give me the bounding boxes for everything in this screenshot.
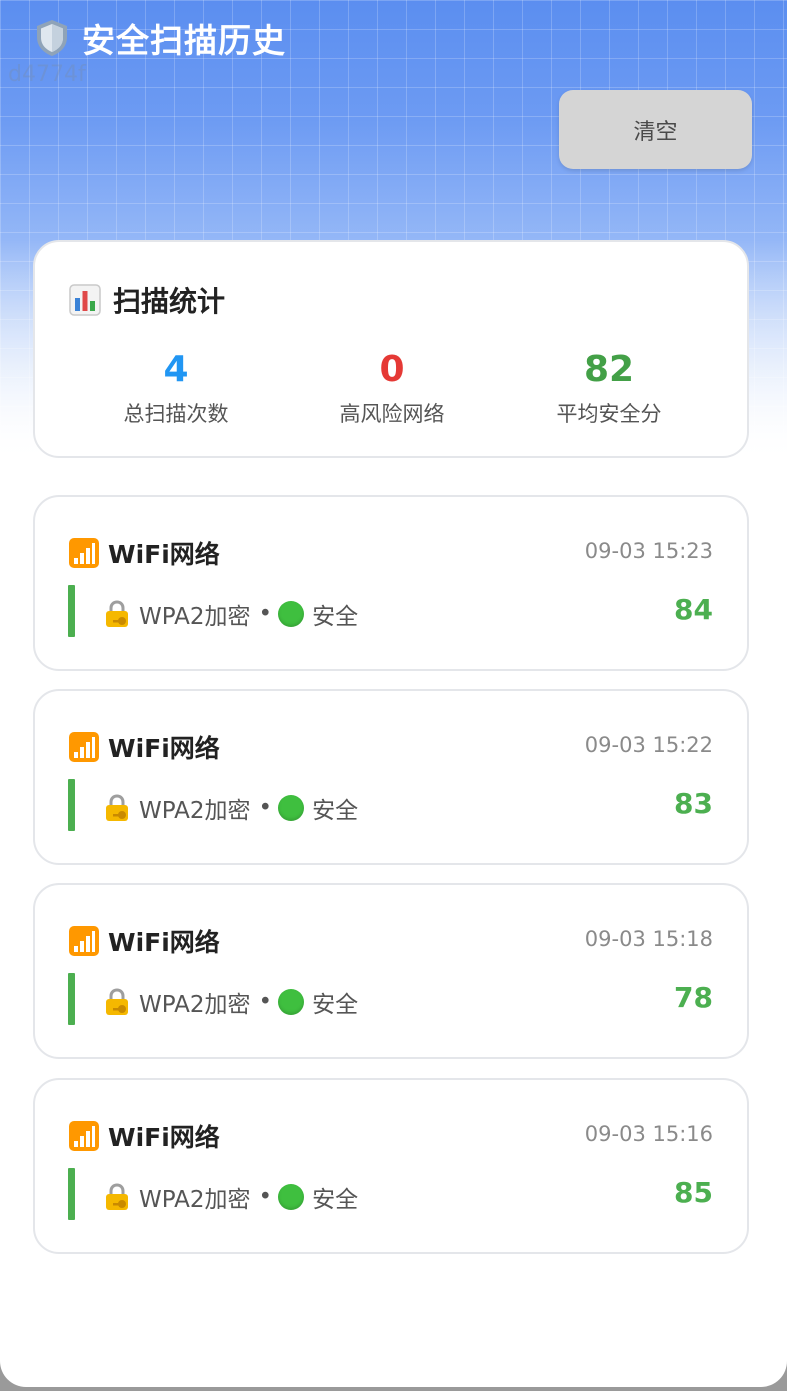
encryption-type: WPA2加密	[139, 604, 251, 630]
separator: •	[258, 989, 273, 1015]
status-indicator-bar	[68, 973, 75, 1025]
record-detail: WPA2加密 • 安全	[103, 1180, 358, 1214]
lock-key-icon	[106, 1183, 128, 1210]
stat-average-score: 82 平均安全分	[509, 346, 709, 428]
signal-bars-icon	[69, 926, 99, 956]
separator: •	[258, 1184, 273, 1210]
stats-card: 扫描统计 4 总扫描次数 0 高风险网络 82 平均安全分	[33, 240, 749, 458]
security-status: 安全	[312, 992, 359, 1018]
record-title: WiFi网络	[108, 734, 220, 763]
green-status-dot-icon	[278, 989, 305, 1015]
record-detail: WPA2加密 • 安全	[103, 597, 358, 631]
record-score: 83	[674, 787, 713, 820]
encryption-type: WPA2加密	[139, 1187, 251, 1213]
scan-record-item[interactable]: WiFi网络 09-03 15:16 WPA2加密 • 安全 85	[33, 1078, 749, 1254]
encryption-type: WPA2加密	[139, 798, 251, 824]
record-timestamp: 09-03 15:16	[584, 1122, 713, 1146]
record-score: 85	[674, 1176, 713, 1209]
security-status: 安全	[312, 1187, 359, 1213]
record-title: WiFi网络	[108, 928, 220, 957]
record-detail: WPA2加密 • 安全	[103, 791, 358, 825]
stat-value: 0	[379, 349, 405, 390]
record-title: WiFi网络	[108, 1123, 220, 1152]
lock-key-icon	[106, 988, 128, 1015]
stat-value: 4	[163, 349, 189, 390]
bar-chart-icon	[69, 284, 101, 316]
stat-high-risk: 0 高风险网络	[292, 346, 492, 428]
separator: •	[258, 795, 273, 821]
record-timestamp: 09-03 15:23	[584, 539, 713, 563]
status-indicator-bar	[68, 1168, 75, 1220]
security-status: 安全	[312, 798, 359, 824]
lock-key-icon	[106, 794, 128, 821]
lock-key-icon	[106, 600, 128, 627]
signal-bars-icon	[69, 538, 99, 568]
stat-label: 高风险网络	[339, 402, 445, 426]
record-score: 78	[674, 981, 713, 1014]
record-timestamp: 09-03 15:18	[584, 927, 713, 951]
green-status-dot-icon	[278, 795, 305, 821]
screen: 安全扫描历史 d4774f 清空 扫描统计 4 总扫描次数 0 高风险网络 82…	[0, 0, 787, 1387]
record-title: WiFi网络	[108, 540, 220, 569]
watermark-text: d4774f	[8, 62, 86, 87]
separator: •	[258, 601, 273, 627]
record-header: WiFi网络	[69, 923, 220, 959]
record-timestamp: 09-03 15:22	[584, 733, 713, 757]
status-indicator-bar	[68, 585, 75, 637]
stat-total-scans: 4 总扫描次数	[76, 346, 276, 428]
signal-bars-icon	[69, 732, 99, 762]
record-header: WiFi网络	[69, 729, 220, 765]
scan-record-item[interactable]: WiFi网络 09-03 15:22 WPA2加密 • 安全 83	[33, 689, 749, 865]
signal-bars-icon	[69, 1121, 99, 1151]
status-indicator-bar	[68, 779, 75, 831]
clear-history-button[interactable]: 清空	[559, 90, 752, 169]
green-status-dot-icon	[278, 601, 305, 627]
header-title-row: 安全扫描历史	[34, 14, 286, 62]
encryption-type: WPA2加密	[139, 992, 251, 1018]
record-detail: WPA2加密 • 安全	[103, 985, 358, 1019]
page-title: 安全扫描历史	[82, 21, 286, 60]
record-score: 84	[674, 593, 713, 626]
scan-record-item[interactable]: WiFi网络 09-03 15:18 WPA2加密 • 安全 78	[33, 883, 749, 1059]
stat-label: 平均安全分	[556, 402, 662, 426]
stat-value: 82	[583, 349, 635, 390]
scan-record-item[interactable]: WiFi网络 09-03 15:23 WPA2加密 • 安全 84	[33, 495, 749, 671]
security-status: 安全	[312, 604, 359, 630]
stats-title-row: 扫描统计	[69, 280, 225, 320]
shield-icon	[37, 20, 67, 56]
stats-title: 扫描统计	[113, 285, 226, 318]
green-status-dot-icon	[278, 1184, 305, 1210]
record-header: WiFi网络	[69, 535, 220, 571]
record-header: WiFi网络	[69, 1118, 220, 1154]
stat-label: 总扫描次数	[123, 402, 229, 426]
